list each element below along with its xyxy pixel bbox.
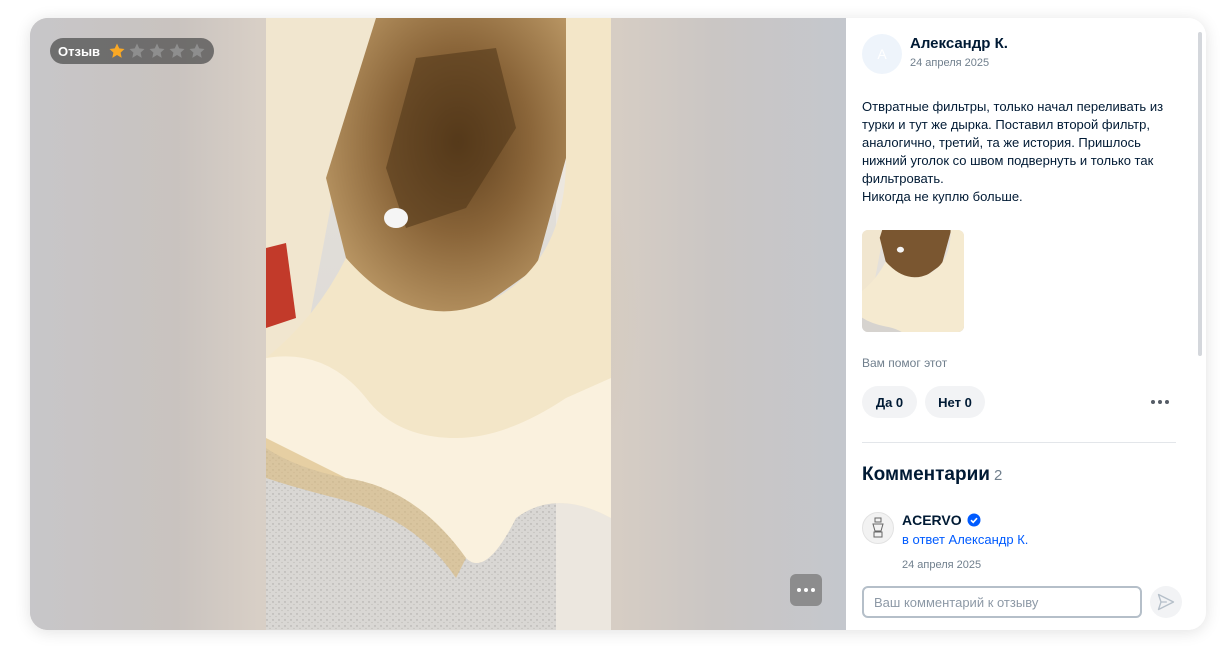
comment-reply-to-link[interactable]: в ответ Александр К. — [902, 532, 1028, 547]
star-filled-icon — [109, 43, 125, 58]
author-meta: Александр К. 24 апреля 2025 — [910, 34, 1008, 69]
dot-icon — [1151, 400, 1155, 404]
dot-icon — [811, 588, 815, 592]
comments-title: Комментарии — [862, 464, 990, 485]
vote-no-button[interactable]: Нет 0 — [925, 386, 985, 418]
author-name: Александр К. — [910, 35, 1008, 52]
vote-yes-button[interactable]: Да 0 — [862, 386, 917, 418]
verified-icon — [967, 513, 981, 527]
review-photo-thumbnail[interactable] — [862, 230, 964, 332]
dot-icon — [804, 588, 808, 592]
star-empty-icon — [169, 43, 185, 58]
review-author: А Александр К. 24 апреля 2025 — [862, 34, 1008, 74]
divider — [862, 442, 1176, 443]
star-empty-icon — [129, 43, 145, 58]
review-text: Отвратные фильтры, только начал перелива… — [862, 99, 1164, 204]
review-media-viewer[interactable]: Отзыв — [30, 18, 846, 630]
review-photo — [266, 18, 611, 630]
send-comment-button[interactable] — [1150, 586, 1182, 618]
rating-label: Отзыв — [58, 43, 101, 59]
comment-input[interactable] — [862, 586, 1142, 618]
dot-icon — [1165, 400, 1169, 404]
star-empty-icon — [149, 43, 165, 58]
review-date: 24 апреля 2025 — [910, 57, 990, 69]
panel-scrollbar[interactable] — [1198, 32, 1202, 356]
comments-heading: Комментарии 2 — [862, 464, 1002, 486]
comment-date: 24 апреля 2025 — [902, 559, 982, 571]
comment-meta: ACERVO в ответ Александр К. 24 апреля 20… — [902, 512, 1028, 571]
dot-icon — [1158, 400, 1162, 404]
review-more-button[interactable] — [1148, 394, 1172, 410]
review-side-panel: А Александр К. 24 апреля 2025 Отвратные … — [846, 18, 1206, 630]
author-avatar: А — [862, 34, 902, 74]
seller-avatar — [862, 512, 894, 544]
comment-author-row: ACERVO — [902, 512, 1028, 528]
comment-item: ACERVO в ответ Александр К. 24 апреля 20… — [862, 512, 1028, 571]
star-empty-icon — [189, 43, 205, 58]
media-more-button[interactable] — [790, 574, 822, 606]
review-modal: Отзыв А Александр К. 24 апреля 2025 Отвр — [30, 18, 1206, 630]
comments-count: 2 — [993, 467, 1003, 484]
dot-icon — [797, 588, 801, 592]
send-icon — [1157, 593, 1175, 611]
review-rating-badge: Отзыв — [50, 38, 214, 64]
comment-author: ACERVO — [902, 512, 962, 528]
rating-stars — [108, 42, 206, 60]
helpful-question: Вам помог этот — [862, 356, 948, 370]
seller-logo-icon — [872, 517, 884, 538]
